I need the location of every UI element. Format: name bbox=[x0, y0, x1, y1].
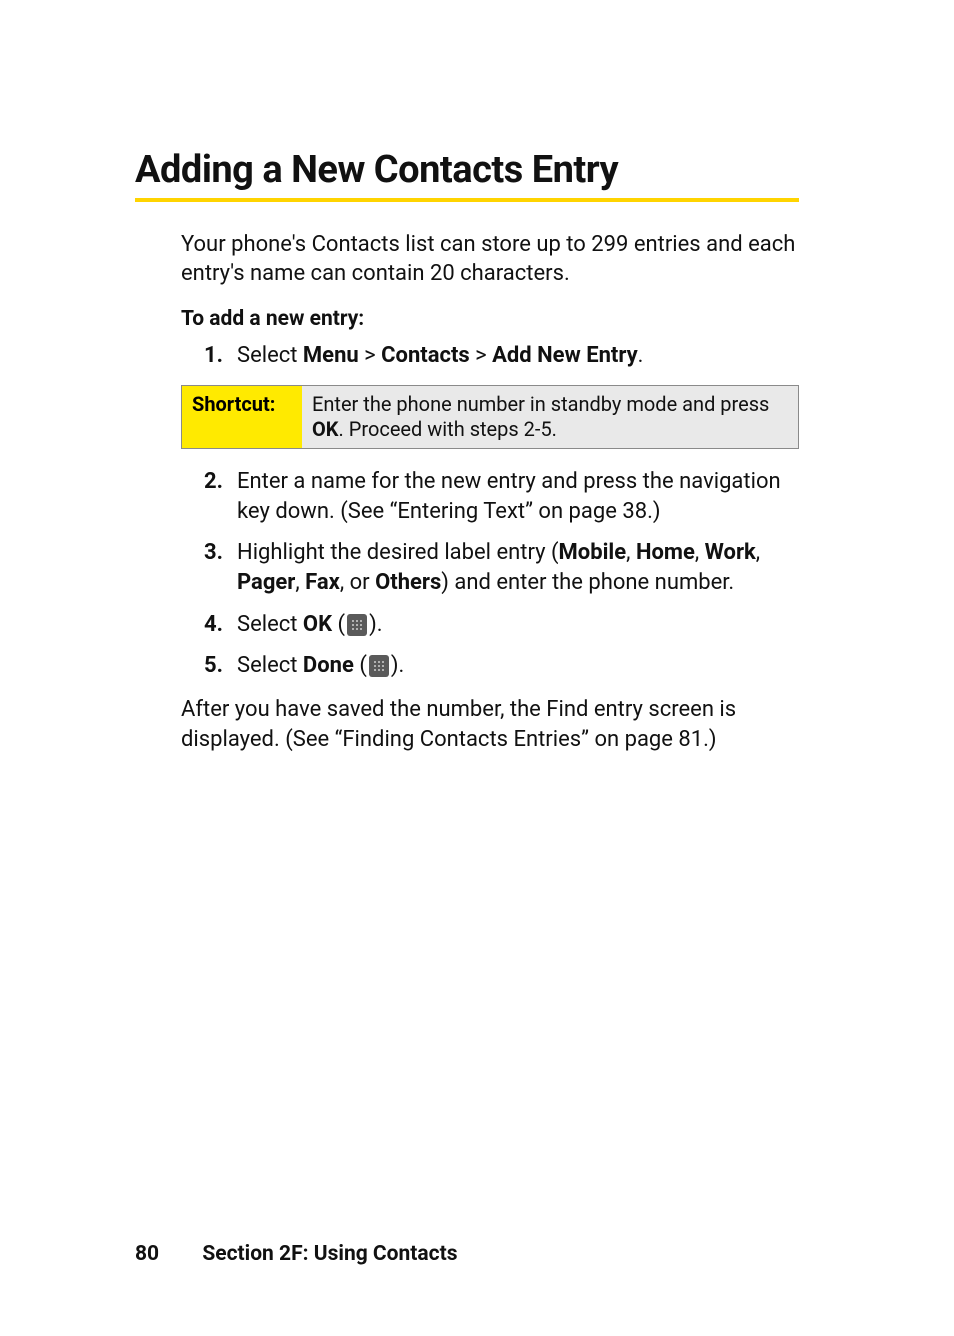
page-footer: 80 Section 2F: Using Contacts bbox=[135, 1242, 457, 1266]
text-fragment: , bbox=[695, 540, 705, 565]
step-number: 4. bbox=[195, 610, 223, 640]
step-number: 2. bbox=[195, 467, 223, 526]
intro-paragraph: Your phone's Contacts list can store up … bbox=[181, 230, 799, 289]
text-fragment: Select bbox=[237, 343, 303, 368]
text-fragment: Enter the phone number in standby mode a… bbox=[312, 392, 769, 416]
step-text: Select OK (). bbox=[237, 610, 799, 640]
softkey-icon bbox=[347, 614, 367, 636]
step-list: 1. Select Menu > Contacts > Add New Entr… bbox=[195, 341, 799, 371]
closing-paragraph: After you have saved the number, the Fin… bbox=[181, 695, 799, 754]
shortcut-label: Shortcut: bbox=[182, 386, 302, 448]
label-home: Home bbox=[636, 540, 695, 565]
step-text: Highlight the desired label entry (Mobil… bbox=[237, 538, 799, 597]
step-number: 3. bbox=[195, 538, 223, 597]
text-fragment: , or bbox=[340, 570, 375, 595]
text-fragment: > bbox=[359, 343, 381, 368]
shortcut-body: Enter the phone number in standby mode a… bbox=[302, 386, 798, 448]
page-number: 80 bbox=[135, 1242, 159, 1266]
label-mobile: Mobile bbox=[559, 540, 627, 565]
text-fragment: > bbox=[470, 343, 492, 368]
ui-label-done: Done bbox=[303, 653, 354, 678]
step-item-2: 2. Enter a name for the new entry and pr… bbox=[195, 467, 799, 526]
text-fragment: ) and enter the phone number. bbox=[441, 570, 734, 595]
ui-label-ok: OK bbox=[312, 417, 339, 441]
label-pager: Pager bbox=[237, 570, 295, 595]
label-fax: Fax bbox=[305, 570, 340, 595]
step-number: 1. bbox=[195, 341, 223, 371]
page-heading: Adding a New Contacts Entry bbox=[135, 150, 799, 202]
ui-label-contacts: Contacts bbox=[381, 343, 470, 368]
step-number: 5. bbox=[195, 651, 223, 681]
label-others: Others bbox=[375, 570, 441, 595]
text-fragment: Select bbox=[237, 653, 303, 678]
text-fragment: ( bbox=[332, 612, 345, 637]
text-fragment: Select bbox=[237, 612, 303, 637]
text-fragment: . Proceed with steps 2-5. bbox=[339, 417, 557, 441]
label-work: Work bbox=[705, 540, 756, 565]
step-text: Enter a name for the new entry and press… bbox=[237, 467, 799, 526]
text-fragment: Highlight the desired label entry ( bbox=[237, 540, 559, 565]
ui-label-ok: OK bbox=[303, 612, 332, 637]
ui-label-menu: Menu bbox=[303, 343, 359, 368]
softkey-icon bbox=[369, 655, 389, 677]
step-text: Select Done (). bbox=[237, 651, 799, 681]
step-item-5: 5. Select Done (). bbox=[195, 651, 799, 681]
text-fragment: ). bbox=[369, 612, 382, 637]
text-fragment: ). bbox=[391, 653, 404, 678]
text-fragment: ( bbox=[354, 653, 367, 678]
text-fragment: , bbox=[295, 570, 305, 595]
text-fragment: , bbox=[756, 540, 760, 565]
ui-label-addnew: Add New Entry bbox=[492, 343, 638, 368]
step-item-4: 4. Select OK (). bbox=[195, 610, 799, 640]
step-text: Select Menu > Contacts > Add New Entry. bbox=[237, 341, 799, 371]
shortcut-box: Shortcut: Enter the phone number in stan… bbox=[181, 385, 799, 449]
section-title: Section 2F: Using Contacts bbox=[202, 1242, 457, 1266]
step-item-3: 3. Highlight the desired label entry (Mo… bbox=[195, 538, 799, 597]
procedure-subhead: To add a new entry: bbox=[181, 307, 799, 331]
step-item-1: 1. Select Menu > Contacts > Add New Entr… bbox=[195, 341, 799, 371]
text-fragment: . bbox=[638, 343, 644, 368]
step-list-continued: 2. Enter a name for the new entry and pr… bbox=[195, 467, 799, 681]
text-fragment: , bbox=[626, 540, 636, 565]
document-page: Adding a New Contacts Entry Your phone's… bbox=[0, 0, 954, 1336]
